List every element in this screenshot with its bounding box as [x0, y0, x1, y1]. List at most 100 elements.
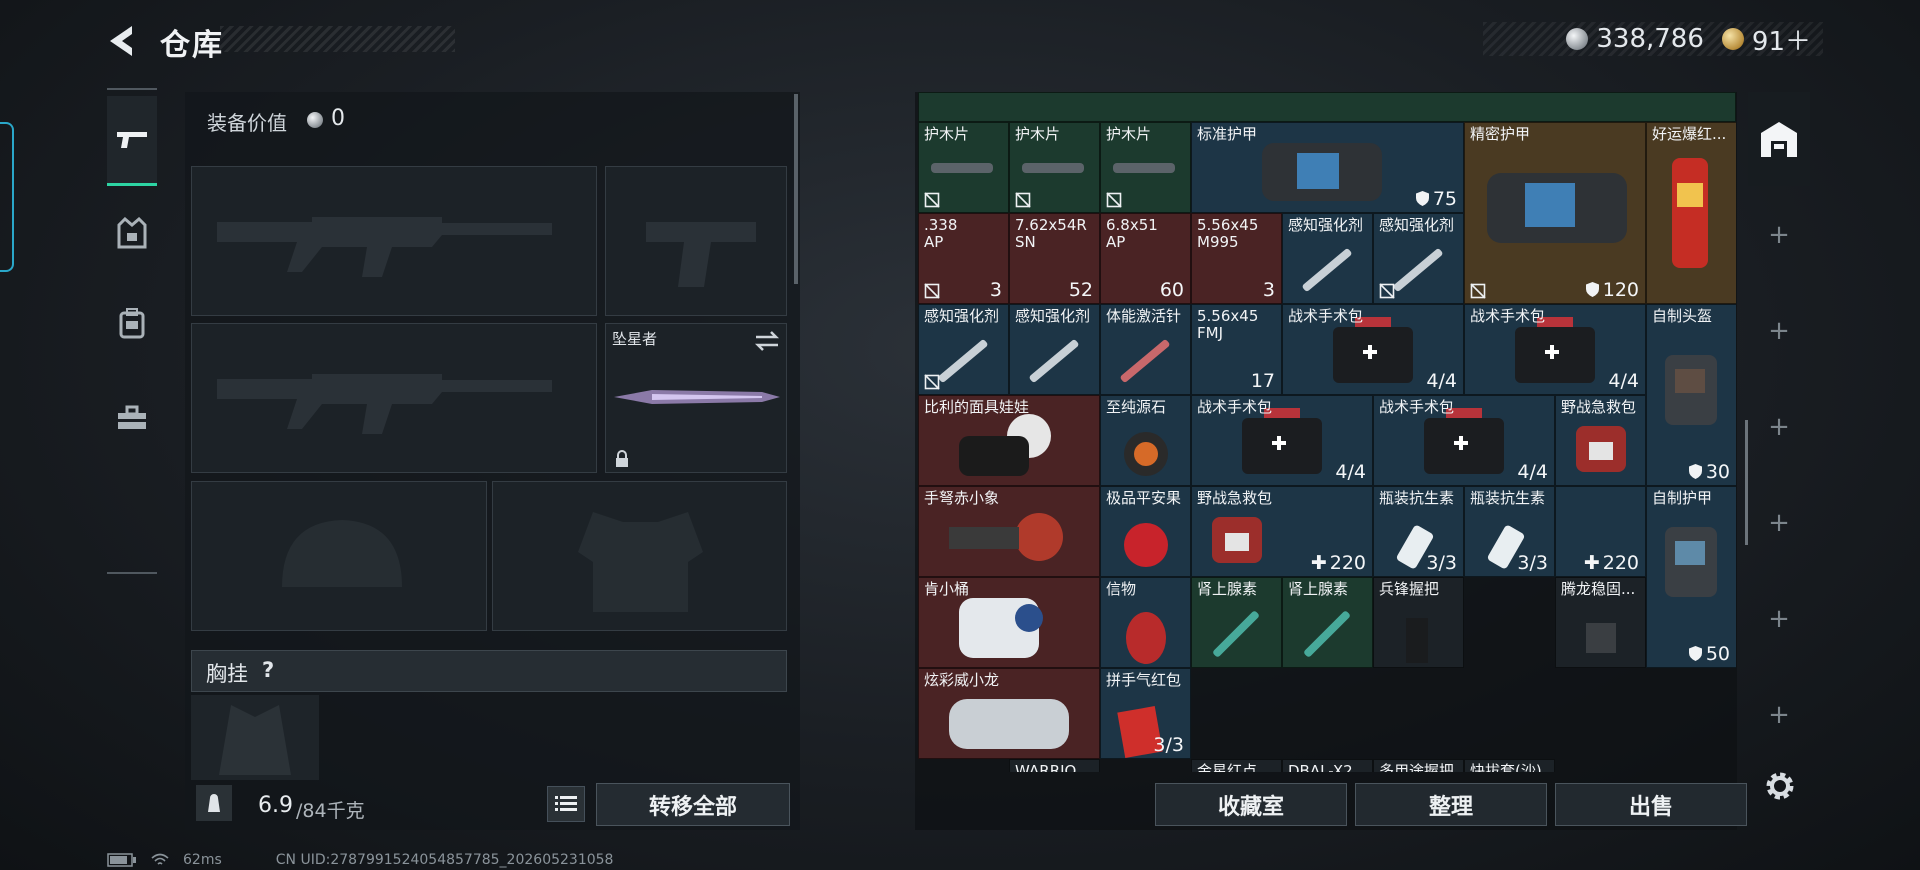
inventory-item[interactable]: 信物	[1100, 577, 1191, 668]
inventory-item[interactable]: 野战急救包 ✚ 220	[1191, 486, 1373, 577]
equipment-scrollbar[interactable]	[794, 94, 798, 284]
inventory-item[interactable]: 肾上腺素	[1191, 577, 1282, 668]
inventory-item[interactable]: 精密护甲 120	[1464, 122, 1646, 304]
warehouse-tab-add[interactable]: +	[1748, 380, 1810, 474]
item-name: 兵锋握把	[1379, 580, 1440, 598]
inventory-item[interactable]: 炫彩威小龙	[918, 668, 1100, 759]
inventory-item[interactable]: .338 AP 3	[918, 213, 1009, 304]
inventory-item[interactable]: 感知强化剂	[918, 304, 1009, 395]
swap-icon[interactable]	[754, 330, 780, 352]
item-name: 6.8x51	[1106, 216, 1158, 234]
inventory-item[interactable]: 野战急救包	[1555, 395, 1646, 486]
warehouse-tab-add[interactable]: +	[1748, 572, 1810, 666]
help-icon[interactable]: ?	[262, 658, 274, 682]
nav-armor[interactable]	[107, 188, 157, 278]
inventory-item[interactable]: 5.56x45 M995 3	[1191, 213, 1282, 304]
item-name: 金星红点	[1197, 762, 1258, 773]
body-armor-slot[interactable]	[492, 481, 787, 631]
item-count: ✚ 220	[1584, 552, 1639, 574]
inventory-item[interactable]: 金星红点	[1191, 759, 1282, 772]
nav-weapons[interactable]	[107, 96, 157, 186]
warehouse-tab-add[interactable]: +	[1748, 668, 1810, 762]
item-name: 野战急救包	[1561, 398, 1637, 416]
inventory-item[interactable]: 手弩赤小象	[918, 486, 1100, 577]
melee-slot[interactable]: 坠星者	[605, 323, 787, 473]
item-count-value: 3	[989, 279, 1002, 301]
inventory-item[interactable]: 护木片	[1100, 122, 1191, 213]
warehouse-tab-add[interactable]: +	[1748, 188, 1810, 282]
inventory-item[interactable]: 战术手术包 4/4	[1282, 304, 1464, 395]
inventory-item[interactable]: 6.8x51 AP 60	[1100, 213, 1191, 304]
inventory-item[interactable]: 战术手术包 4/4	[1373, 395, 1555, 486]
inventory-item[interactable]: 体能激活针	[1100, 304, 1191, 395]
primary-weapon-slot[interactable]	[191, 166, 597, 316]
nav-backpack[interactable]	[107, 278, 157, 368]
item-count: 30	[1688, 461, 1730, 483]
inventory-item[interactable]: 快拔套(沙)	[1464, 759, 1555, 772]
nav-toolbox[interactable]	[107, 373, 157, 463]
item-subname: M995	[1197, 233, 1239, 251]
list-view-button[interactable]	[547, 786, 585, 822]
inventory-item[interactable]: 护木片	[1009, 122, 1100, 213]
item-name: 肾上腺素	[1197, 580, 1258, 598]
pistol-slot[interactable]	[605, 166, 787, 316]
secondary-weapon-slot[interactable]	[191, 323, 597, 473]
back-arrow-icon	[110, 26, 132, 56]
inventory-item[interactable]: 好运爆红...	[1646, 122, 1736, 304]
transfer-all-button[interactable]: 转移全部	[596, 783, 790, 826]
inventory-item[interactable]: ✚ 220	[1555, 486, 1646, 577]
item-count: 3/3	[1517, 552, 1548, 574]
item-count-value: 220	[1602, 552, 1639, 574]
warehouse-tab-add[interactable]: +	[1748, 284, 1810, 378]
inventory-item[interactable]: 5.56x45 FMJ 17	[1191, 304, 1282, 395]
inventory-item[interactable]: 战术手术包 4/4	[1191, 395, 1373, 486]
item-count-value: 17	[1250, 370, 1275, 392]
inventory-item[interactable]: 拼手气红包 3/3	[1100, 668, 1191, 759]
inventory-item[interactable]: DBAL-X2	[1282, 759, 1373, 772]
inventory-item[interactable]: 肾上腺素	[1282, 577, 1373, 668]
collection-room-button[interactable]: 收藏室	[1155, 783, 1347, 826]
inventory-item[interactable]: 至纯源石	[1100, 395, 1191, 486]
inventory-item[interactable]: 标准护甲 75	[1191, 122, 1464, 213]
settings-button[interactable]	[1762, 768, 1798, 804]
item-name: 至纯源石	[1106, 398, 1167, 416]
item-name: 瓶装抗生素	[1470, 489, 1546, 507]
inventory-item[interactable]: 战术手术包 4/4	[1464, 304, 1646, 395]
inventory-item[interactable]: 兵锋握把	[1373, 577, 1464, 668]
inventory-item[interactable]: WARRIO	[1009, 759, 1100, 772]
inventory-item[interactable]: 自制护甲 50	[1646, 486, 1736, 668]
no-trade-icon	[1106, 192, 1122, 208]
inventory-item[interactable]: 感知强化剂	[1373, 213, 1464, 304]
item-icon	[1672, 158, 1708, 268]
inventory-item[interactable]: 极品平安果	[1100, 486, 1191, 577]
item-icon	[1665, 527, 1717, 597]
chest-rig-slot[interactable]	[191, 695, 319, 780]
inventory-item[interactable]: 7.62x54R SN 52	[1009, 213, 1100, 304]
helmet-slot[interactable]	[191, 481, 487, 631]
back-button[interactable]	[104, 22, 142, 60]
silver-amount: 338,786	[1596, 24, 1704, 54]
warehouse-tab-add[interactable]: +	[1748, 476, 1810, 570]
inventory-item[interactable]: 多用途握把	[1373, 759, 1464, 772]
inventory-item[interactable]: 护木片	[918, 122, 1009, 213]
inventory-item[interactable]: 感知强化剂	[1282, 213, 1373, 304]
inventory-item[interactable]: 比利的面具娃娃	[918, 395, 1100, 486]
star-blade-icon	[614, 390, 780, 404]
sell-button[interactable]: 出售	[1555, 783, 1747, 826]
side-drawer-tab[interactable]	[0, 122, 14, 272]
shield-icon	[1688, 464, 1702, 479]
inventory-item[interactable]: 自制头盔 30	[1646, 304, 1736, 486]
sort-button[interactable]: 整理	[1355, 783, 1547, 826]
inventory-item[interactable]: 感知强化剂	[1009, 304, 1100, 395]
inventory-item[interactable]: 腾龙稳固...	[1555, 577, 1646, 668]
no-trade-icon	[924, 192, 940, 208]
item-name: 护木片	[1015, 125, 1061, 143]
warehouse-tab-main[interactable]	[1748, 92, 1810, 186]
item-name: 精密护甲	[1470, 125, 1531, 143]
inventory-item[interactable]: 瓶装抗生素 3/3	[1464, 486, 1555, 577]
item-count-value: 120	[1602, 279, 1639, 301]
item-count: 4/4	[1517, 461, 1548, 483]
inventory-item[interactable]: 瓶装抗生素 3/3	[1373, 486, 1464, 577]
inventory-item[interactable]: 肯小桶	[918, 577, 1100, 668]
gold-amount[interactable]: 91＋	[1752, 21, 1811, 58]
